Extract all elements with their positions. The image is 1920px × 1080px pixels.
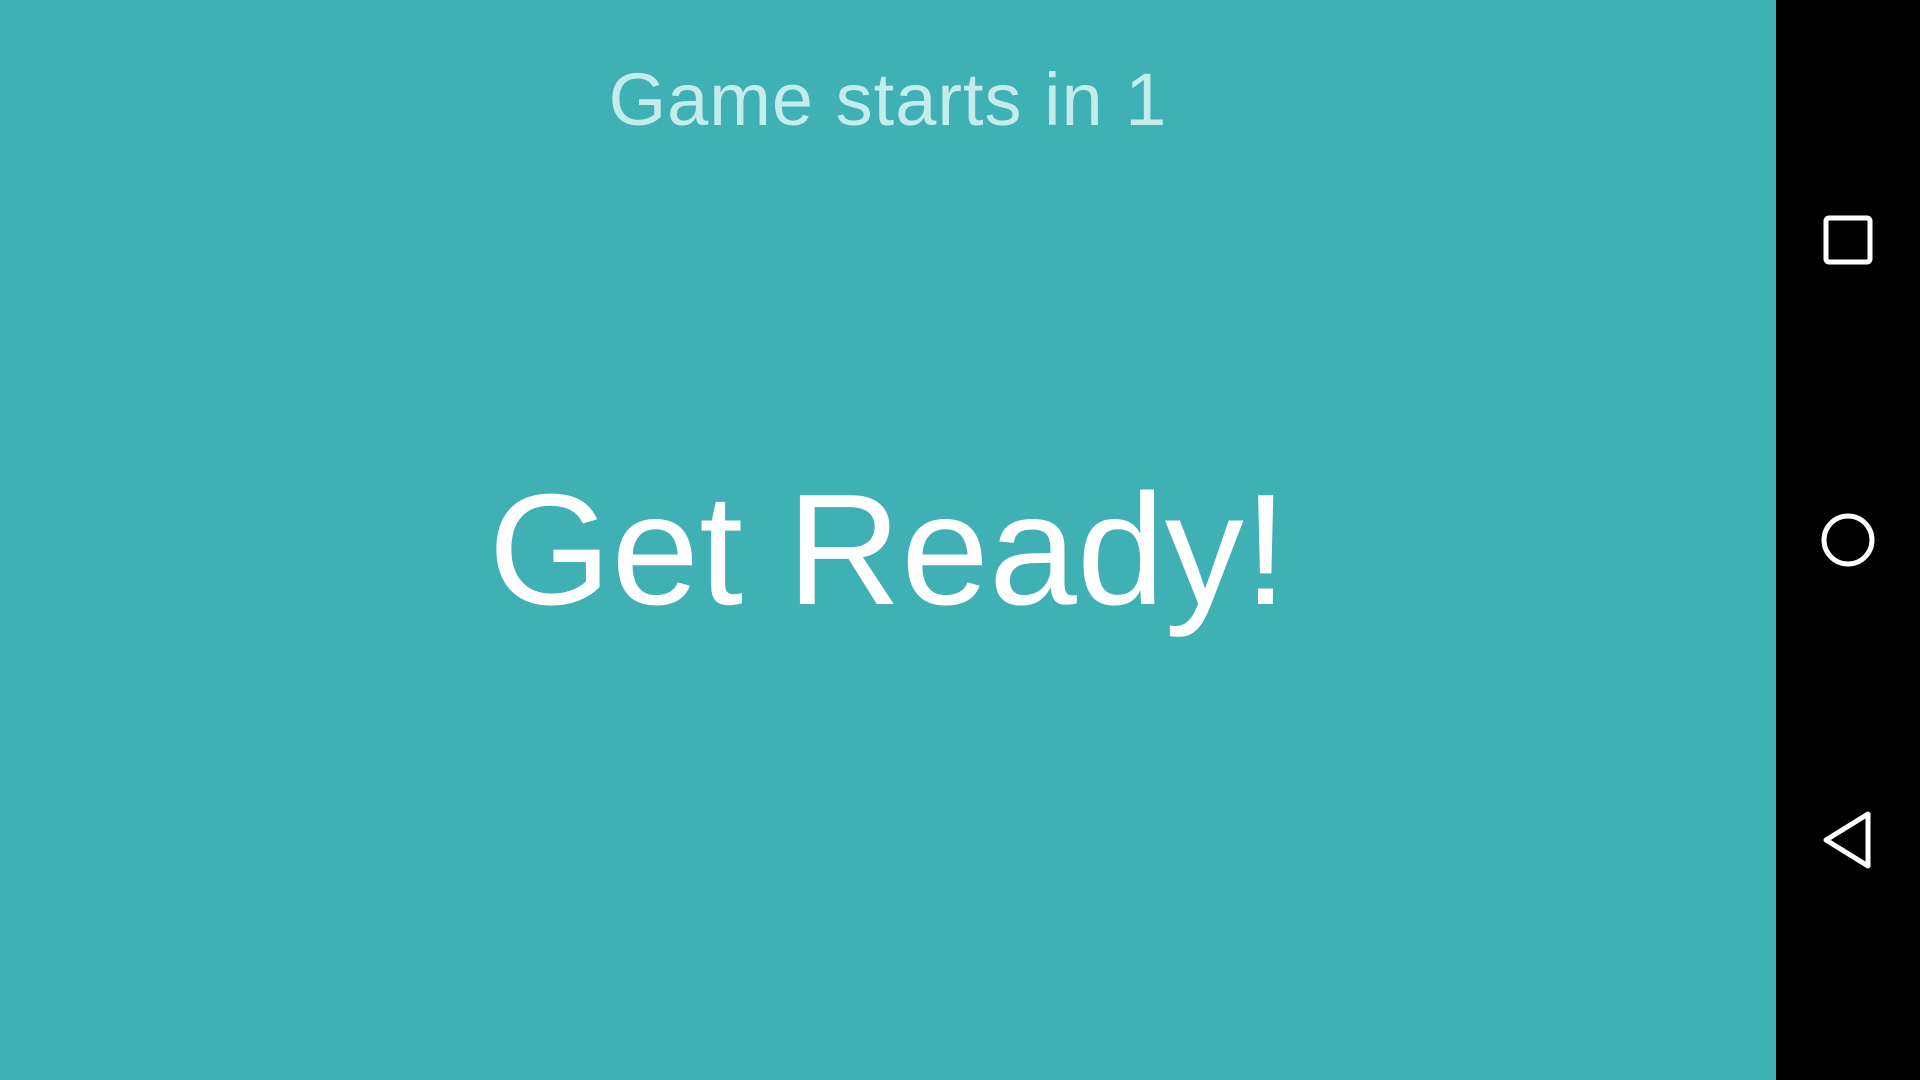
get-ready-title: Get Ready! [488, 462, 1288, 638]
home-button[interactable] [1776, 468, 1920, 612]
recents-button[interactable] [1776, 168, 1920, 312]
game-screen: Game starts in 1 Get Ready! [0, 0, 1776, 1080]
square-icon [1823, 215, 1873, 265]
triangle-back-icon [1823, 811, 1871, 869]
circle-icon [1821, 513, 1875, 567]
countdown-label: Game starts in 1 [608, 58, 1168, 141]
system-navigation-bar [1776, 0, 1920, 1080]
back-button[interactable] [1776, 768, 1920, 912]
